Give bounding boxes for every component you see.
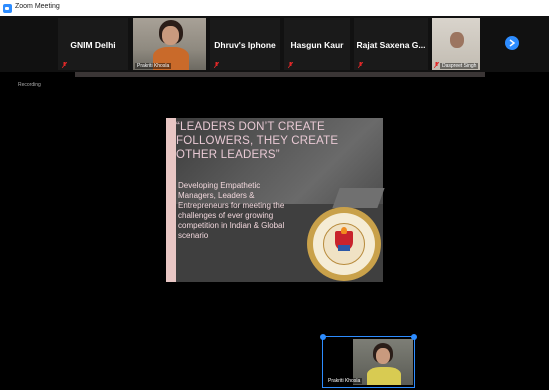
zoom-logo-icon xyxy=(3,4,12,13)
participant-name: Hasgun Kaur xyxy=(290,40,344,50)
slide-subtitle: Developing Empathetic Managers, Leaders … xyxy=(178,181,285,240)
shared-screen-top-band xyxy=(75,72,485,77)
participant-name: GNIM Delhi xyxy=(70,40,116,50)
institute-seal-icon xyxy=(307,207,381,281)
chevron-right-icon xyxy=(509,39,516,47)
participant-tile-hasgun-kaur[interactable]: Hasgun Kaur xyxy=(284,18,350,70)
recording-label: Recording xyxy=(18,82,41,88)
participant-video-daspreet-singh[interactable]: Daspreet Singh xyxy=(432,18,480,70)
muted-mic-icon xyxy=(434,62,439,68)
participant-tile-rajat-saxena[interactable]: Rajat Saxena G... xyxy=(354,18,428,70)
participant-name: Prakriti Khosla xyxy=(135,63,172,69)
participant-video-prakriti-khosla[interactable]: Prakriti Khosla xyxy=(133,18,206,70)
muted-mic-icon xyxy=(214,62,219,68)
self-view-name: Prakriti Khosla xyxy=(326,378,363,384)
participant-name: Rajat Saxena G... xyxy=(356,40,426,50)
window-title: Zoom Meeting xyxy=(15,3,60,10)
muted-mic-icon xyxy=(358,62,363,68)
muted-mic-icon xyxy=(62,62,67,68)
self-view-video[interactable]: Prakriti Khosla xyxy=(320,334,417,388)
resize-handle[interactable] xyxy=(411,334,417,340)
participant-tile-dhruvs-iphone[interactable]: Dhruv's Iphone xyxy=(210,18,280,70)
slide-paper-decoration xyxy=(332,188,385,208)
participant-name: Dhruv's Iphone xyxy=(214,40,276,50)
window-titlebar: Zoom Meeting xyxy=(0,0,549,16)
slide-accent-bar xyxy=(166,118,176,282)
slide-quote: “LEADERS DON’T CREATE FOLLOWERS, THEY CR… xyxy=(176,121,339,161)
muted-mic-icon xyxy=(288,62,293,68)
participant-name: Daspreet Singh xyxy=(440,63,479,69)
resize-handle[interactable] xyxy=(320,334,326,340)
recording-indicator: Recording xyxy=(18,73,58,88)
participant-tile-gnim-delhi[interactable]: GNIM Delhi xyxy=(58,18,128,70)
next-page-button[interactable] xyxy=(505,36,519,50)
